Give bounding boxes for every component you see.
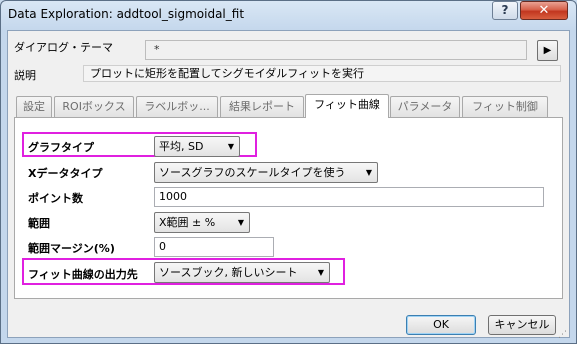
description-text: プロットに矩形を配置してシグモイダルフィットを実行 bbox=[83, 65, 561, 82]
output-value: ソースブック, 新しいシート bbox=[159, 266, 298, 279]
graph-type-label: グラフタイプ bbox=[28, 141, 94, 154]
graph-type-select[interactable]: 平均, SD ▼ bbox=[154, 136, 240, 157]
resize-grip-icon[interactable]: ⋰ bbox=[558, 330, 567, 340]
range-margin-label: 範囲マージン(%) bbox=[28, 242, 115, 255]
range-value: X範囲 ± % bbox=[159, 216, 216, 229]
chevron-down-icon: ▼ bbox=[365, 168, 372, 177]
points-input[interactable]: 1000 bbox=[154, 187, 544, 207]
ok-button[interactable]: OK bbox=[406, 315, 476, 335]
range-select[interactable]: X範囲 ± % ▼ bbox=[154, 212, 250, 233]
close-icon: ✕ bbox=[538, 3, 550, 18]
tab-fit-curve[interactable]: フィット曲線 bbox=[305, 94, 389, 118]
chevron-down-icon: ▼ bbox=[227, 142, 234, 151]
theme-menu-button[interactable]: ▶ bbox=[537, 40, 558, 61]
window-title: Data Exploration: addtool_sigmoidal_fit bbox=[8, 7, 245, 21]
tab-result-report[interactable]: 結果レポート bbox=[220, 96, 304, 117]
tab-settings[interactable]: 設定 bbox=[16, 96, 52, 117]
tab-roi-box[interactable]: ROIボックス bbox=[54, 96, 134, 117]
x-data-type-label: Xデータタイプ bbox=[28, 167, 103, 180]
theme-field[interactable]: * bbox=[145, 40, 527, 60]
points-label: ポイント数 bbox=[28, 192, 83, 205]
help-icon: ? bbox=[501, 3, 509, 17]
range-margin-input[interactable]: 0 bbox=[154, 237, 274, 257]
graph-type-value: 平均, SD bbox=[159, 140, 204, 153]
tab-label-box[interactable]: ラベルボッ... bbox=[136, 96, 218, 117]
x-data-type-select[interactable]: ソースグラフのスケールタイプを使う ▼ bbox=[154, 162, 378, 183]
cancel-button[interactable]: キャンセル bbox=[488, 315, 556, 335]
description-label: 説明 bbox=[14, 69, 36, 82]
tab-parameters[interactable]: パラメータ bbox=[390, 96, 460, 117]
tab-fit-control[interactable]: フィット制御 bbox=[462, 96, 548, 117]
output-select[interactable]: ソースブック, 新しいシート ▼ bbox=[154, 262, 330, 283]
range-label: 範囲 bbox=[28, 217, 50, 230]
chevron-down-icon: ▼ bbox=[237, 218, 244, 227]
x-data-type-value: ソースグラフのスケールタイプを使う bbox=[159, 166, 346, 179]
chevron-down-icon: ▼ bbox=[317, 268, 324, 277]
output-label: フィット曲線の出力先 bbox=[28, 268, 138, 281]
play-arrow-icon: ▶ bbox=[543, 45, 552, 56]
help-button[interactable]: ? bbox=[492, 1, 518, 20]
close-button[interactable]: ✕ bbox=[520, 1, 568, 20]
theme-label: ダイアログ・テーマ bbox=[14, 41, 113, 54]
